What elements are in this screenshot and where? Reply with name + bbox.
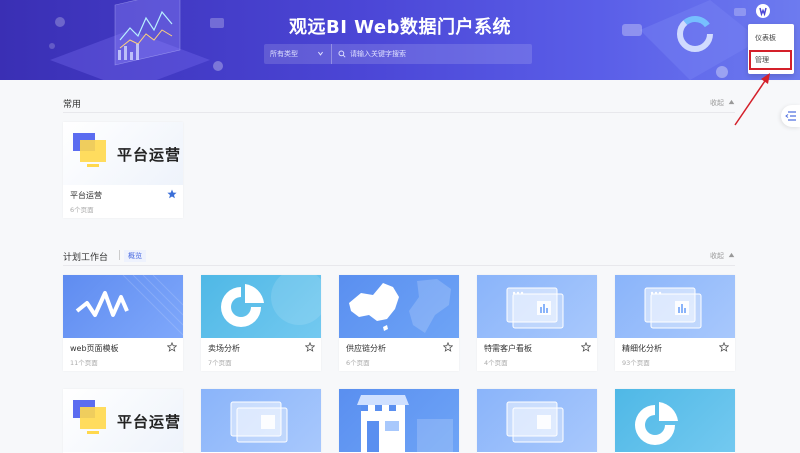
search-input[interactable]: 请输入关键字搜索 — [350, 49, 532, 59]
dashboard-illustration — [506, 401, 564, 443]
card-fine-analysis[interactable]: 精细化分析 93个页面 — [615, 275, 735, 371]
card-name: 特需客户看板 — [484, 344, 532, 353]
card-thumbnail — [63, 275, 183, 338]
collapse-plan-button[interactable]: 收起 — [710, 251, 735, 261]
card-page-count: 6个页面 — [70, 206, 94, 214]
card-page-count: 7个页面 — [208, 359, 232, 367]
card-thumbnail — [339, 275, 459, 338]
card-page-count: 93个页面 — [622, 359, 650, 367]
card-platform-ops[interactable]: 平台运营 平台运营 6个页面 — [63, 122, 183, 218]
card-row2-dashboard-1[interactable] — [201, 389, 321, 453]
caret-up-icon — [728, 252, 735, 258]
card-page-count: 6个页面 — [346, 359, 370, 367]
thumbnail-text: 平台运营 — [117, 413, 182, 431]
section-divider — [63, 112, 735, 113]
card-row2-dashboard-2[interactable] — [477, 389, 597, 453]
menu-item-dashboard[interactable]: 仪表板 — [748, 28, 794, 48]
card-row2-store[interactable] — [339, 389, 459, 453]
search-icon — [338, 50, 346, 58]
china-map-illustration — [349, 279, 451, 333]
card-thumbnail: 平台运营 — [63, 389, 183, 452]
star-outline-icon[interactable] — [443, 342, 453, 352]
user-menu: 仪表板 管理 — [748, 24, 794, 74]
card-row2-pie[interactable] — [615, 389, 735, 453]
search-bar: 所有类型 请输入关键字搜索 — [264, 44, 532, 64]
list-indent-icon — [785, 111, 796, 121]
pie-illustration — [221, 275, 321, 327]
page-title: 观远BI Web数据门户系统 — [289, 17, 511, 38]
card-web-template[interactable]: web页面模板 11个页面 — [63, 275, 183, 371]
collapse-label: 收起 — [710, 252, 724, 260]
card-thumbnail — [615, 389, 735, 452]
card-name: web页面模板 — [70, 344, 119, 353]
pie-illustration — [635, 402, 678, 445]
card-name: 供应链分析 — [346, 344, 386, 353]
star-outline-icon[interactable] — [167, 342, 177, 352]
caret-up-icon — [728, 99, 735, 105]
card-thumbnail — [201, 389, 321, 452]
star-outline-icon[interactable] — [581, 342, 591, 352]
card-page-count: 4个页面 — [484, 359, 508, 367]
user-logo-icon — [759, 7, 767, 17]
side-panel-toggle[interactable] — [781, 105, 800, 127]
section-divider — [63, 265, 735, 266]
menu-item-manage[interactable]: 管理 — [749, 50, 792, 70]
platform-logo-icon — [73, 133, 106, 167]
card-store-analysis[interactable]: 卖场分析 7个页面 — [201, 275, 321, 371]
star-outline-icon[interactable] — [305, 342, 315, 352]
card-thumbnail: 平台运营 — [63, 122, 183, 185]
store-illustration — [357, 395, 453, 452]
title-separator — [119, 250, 120, 260]
tab-overview[interactable]: 概览 — [124, 250, 146, 262]
dashboard-illustration — [644, 287, 702, 329]
card-thumbnail — [201, 275, 321, 338]
section-title-common: 常用 — [63, 100, 82, 110]
dashboard-illustration — [506, 287, 564, 329]
annotation-arrow — [734, 73, 770, 126]
card-name: 平台运营 — [70, 191, 102, 200]
section-title-plan: 计划工作台 — [63, 253, 109, 263]
search-type-label: 所有类型 — [270, 50, 298, 58]
user-avatar[interactable] — [756, 4, 770, 18]
card-row2-platform[interactable]: 平台运营 — [63, 389, 183, 453]
card-thumbnail — [615, 275, 735, 338]
card-name: 卖场分析 — [208, 344, 240, 353]
wave-illustration — [75, 275, 183, 336]
top-banner: 观远BI Web数据门户系统 所有类型 请输入关键字搜索 — [0, 0, 800, 80]
collapse-label: 收起 — [710, 99, 724, 107]
star-filled-icon[interactable] — [167, 189, 177, 199]
card-thumbnail — [477, 275, 597, 338]
card-thumbnail — [477, 389, 597, 452]
platform-logo-icon — [73, 400, 106, 434]
collapse-common-button[interactable]: 收起 — [710, 98, 735, 108]
thumbnail-text: 平台运营 — [117, 146, 182, 164]
card-thumbnail — [339, 389, 459, 452]
card-special-customer[interactable]: 特需客户看板 4个页面 — [477, 275, 597, 371]
star-outline-icon[interactable] — [719, 342, 729, 352]
card-name: 精细化分析 — [622, 344, 662, 353]
chevron-down-icon — [318, 51, 323, 56]
card-supply-chain[interactable]: 供应链分析 6个页面 — [339, 275, 459, 371]
card-page-count: 11个页面 — [70, 359, 98, 367]
banner-chart-illustration — [49, 0, 224, 80]
banner-donut-illustration — [622, 0, 760, 80]
search-type-select[interactable]: 所有类型 — [264, 44, 332, 64]
dashboard-illustration — [230, 401, 288, 443]
